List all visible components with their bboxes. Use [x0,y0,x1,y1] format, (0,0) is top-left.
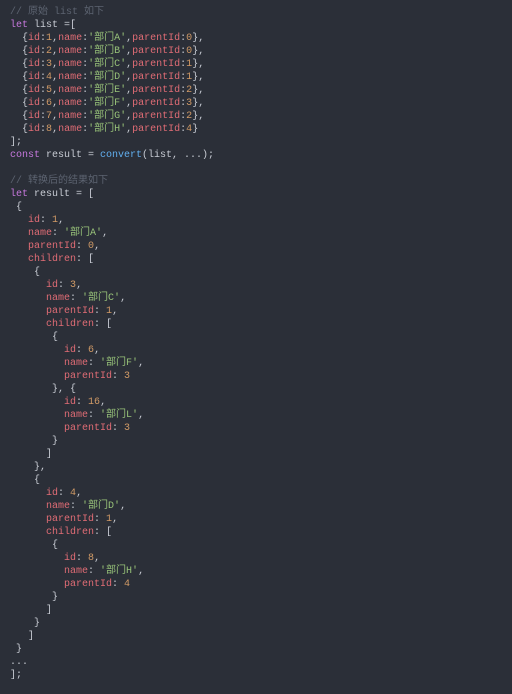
code-block: // 原始 list 如下 let list =[ {id:1,name:'部门… [0,0,512,694]
